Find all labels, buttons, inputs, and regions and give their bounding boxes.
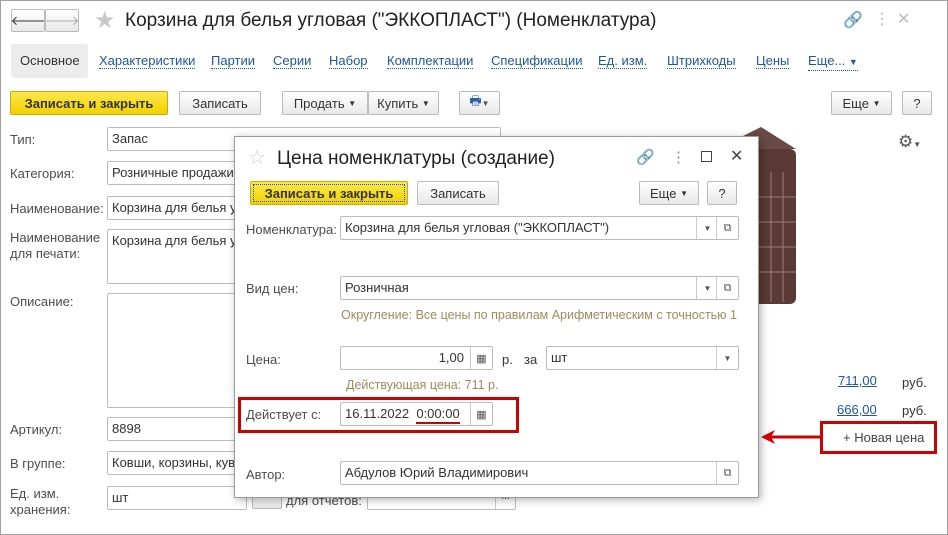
tab-units[interactable]: Ед. изм.: [598, 53, 648, 69]
valid-from-field[interactable]: 16.11.2022 0:00:00 ▦: [340, 402, 493, 426]
price-value: 1,00: [438, 350, 464, 365]
save-close-button[interactable]: Записать и закрыть: [10, 91, 168, 115]
favorite-star-icon[interactable]: ☆: [248, 145, 266, 170]
maximize-icon[interactable]: [701, 151, 712, 162]
buy-label: Купить: [377, 95, 419, 111]
buy-button[interactable]: Купить ▼: [368, 91, 439, 115]
nomenclature-label: Номенклатура:: [246, 222, 337, 237]
dropdown-icon[interactable]: ▼: [696, 277, 718, 299]
dialog-save-button[interactable]: Записать: [417, 181, 499, 205]
chevron-down-icon: ▼: [848, 57, 858, 67]
price-type-value: Розничная: [345, 280, 409, 295]
price-link[interactable]: 666,00: [837, 402, 877, 417]
more-label: Еще: [842, 95, 869, 111]
link-icon[interactable]: 🔗: [843, 10, 863, 30]
group-label: В группе:: [10, 456, 66, 471]
unit-label: Ед. изм. хранения:: [10, 486, 71, 517]
price-type-label: Вид цен:: [246, 281, 299, 296]
valid-from-label: Действует с:: [246, 407, 322, 422]
valid-time: 0:00:00: [416, 406, 460, 424]
chevron-down-icon: ▼: [348, 98, 357, 108]
new-price-link[interactable]: + Новая цена: [843, 430, 924, 445]
close-icon[interactable]: ✕: [730, 146, 743, 166]
tab-more[interactable]: Еще... ▼: [808, 53, 858, 71]
forward-button[interactable]: 🡒: [45, 9, 79, 32]
more-icon[interactable]: ⋮: [671, 148, 686, 166]
author-value: Абдулов Юрий Владимирович: [345, 465, 529, 480]
printer-icon: 🖶: [469, 93, 482, 108]
description-label: Описание:: [10, 294, 74, 309]
print-button[interactable]: 🖶 ▼: [459, 91, 500, 115]
tab-batches[interactable]: Партии: [211, 53, 255, 69]
favorite-star-icon[interactable]: ★: [94, 6, 116, 35]
calendar-icon[interactable]: ▦: [470, 403, 492, 425]
chevron-down-icon: ▼: [680, 188, 688, 198]
dialog-more-button[interactable]: Еще ▼: [639, 181, 699, 205]
sell-label: Продать: [293, 95, 345, 111]
price-currency: руб.: [902, 403, 927, 418]
more-button[interactable]: Еще ▼: [831, 91, 892, 115]
dropdown-icon[interactable]: ▼: [696, 217, 718, 239]
tab-series[interactable]: Серии: [273, 53, 312, 69]
chevron-down-icon: ▼: [421, 98, 430, 108]
current-price-note: Действующая цена: 711 р.: [346, 378, 499, 392]
tab-main[interactable]: Основное: [20, 53, 80, 68]
price-type-field[interactable]: Розничная ▼ ⧉: [340, 276, 739, 300]
dialog-title: Цена номенклатуры (создание): [277, 148, 555, 169]
unit-field[interactable]: шт ▼: [546, 346, 739, 370]
chevron-down-icon: ▼: [481, 98, 490, 108]
article-label: Артикул:: [10, 422, 63, 437]
currency-label: р.: [502, 352, 513, 367]
rounding-note: Округление: Все цены по правилам Арифмет…: [341, 308, 737, 322]
author-label: Автор:: [246, 467, 286, 482]
tab-characteristics[interactable]: Характеристики: [99, 53, 196, 69]
author-field[interactable]: Абдулов Юрий Владимирович ⧉: [340, 461, 739, 485]
open-icon[interactable]: ⧉: [716, 217, 738, 239]
price-dialog: ☆ Цена номенклатуры (создание) 🔗 ⋮ ✕ Зап…: [234, 136, 759, 498]
unit-field[interactable]: шт: [107, 486, 247, 510]
back-button[interactable]: 🡐: [11, 9, 45, 32]
dropdown-icon[interactable]: ▼: [716, 347, 738, 369]
tab-kits[interactable]: Комплектации: [387, 53, 474, 69]
close-icon[interactable]: ✕: [897, 9, 910, 29]
chevron-down-icon: ▼: [872, 98, 881, 108]
open-icon[interactable]: ⧉: [716, 462, 738, 484]
nomenclature-field[interactable]: Корзина для белья угловая ("ЭККОПЛАСТ") ▼…: [340, 216, 739, 240]
price-field[interactable]: 1,00 ▦: [340, 346, 493, 370]
sell-button[interactable]: Продать ▼: [282, 91, 368, 115]
more-label: Еще: [650, 185, 677, 201]
price-label: Цена:: [246, 352, 281, 367]
dialog-help-button[interactable]: ?: [707, 181, 737, 205]
price-link[interactable]: 711,00: [838, 373, 877, 388]
tab-barcodes[interactable]: Штрихкоды: [667, 53, 736, 69]
unit-value: шт: [551, 350, 568, 365]
more-icon[interactable]: ⋮: [874, 9, 890, 29]
price-currency: руб.: [902, 375, 927, 390]
category-label: Категория:: [10, 166, 75, 181]
type-label: Тип:: [10, 132, 36, 147]
per-label: за: [524, 352, 538, 367]
open-icon[interactable]: ⧉: [716, 277, 738, 299]
arrow-icon: [761, 430, 823, 444]
link-icon[interactable]: 🔗: [636, 148, 655, 166]
calculator-icon[interactable]: ▦: [470, 347, 492, 369]
valid-date: 16.11.2022: [345, 406, 410, 421]
print-name-label: Наименование для печати:: [10, 230, 101, 261]
tab-specifications[interactable]: Спецификации: [491, 53, 583, 69]
settings-gear-icon[interactable]: ⚙▼: [898, 132, 921, 152]
tab-set[interactable]: Набор: [329, 53, 368, 69]
dialog-save-close-button[interactable]: Записать и закрыть: [250, 181, 408, 205]
save-button[interactable]: Записать: [179, 91, 261, 115]
tab-more-label: Еще...: [808, 53, 846, 68]
window-title: Корзина для белья угловая ("ЭККОПЛАСТ") …: [125, 10, 657, 31]
name-label: Наименование:: [10, 201, 104, 216]
nomenclature-value: Корзина для белья угловая ("ЭККОПЛАСТ"): [345, 220, 610, 235]
tab-prices[interactable]: Цены: [756, 53, 790, 69]
help-button[interactable]: ?: [902, 91, 932, 115]
